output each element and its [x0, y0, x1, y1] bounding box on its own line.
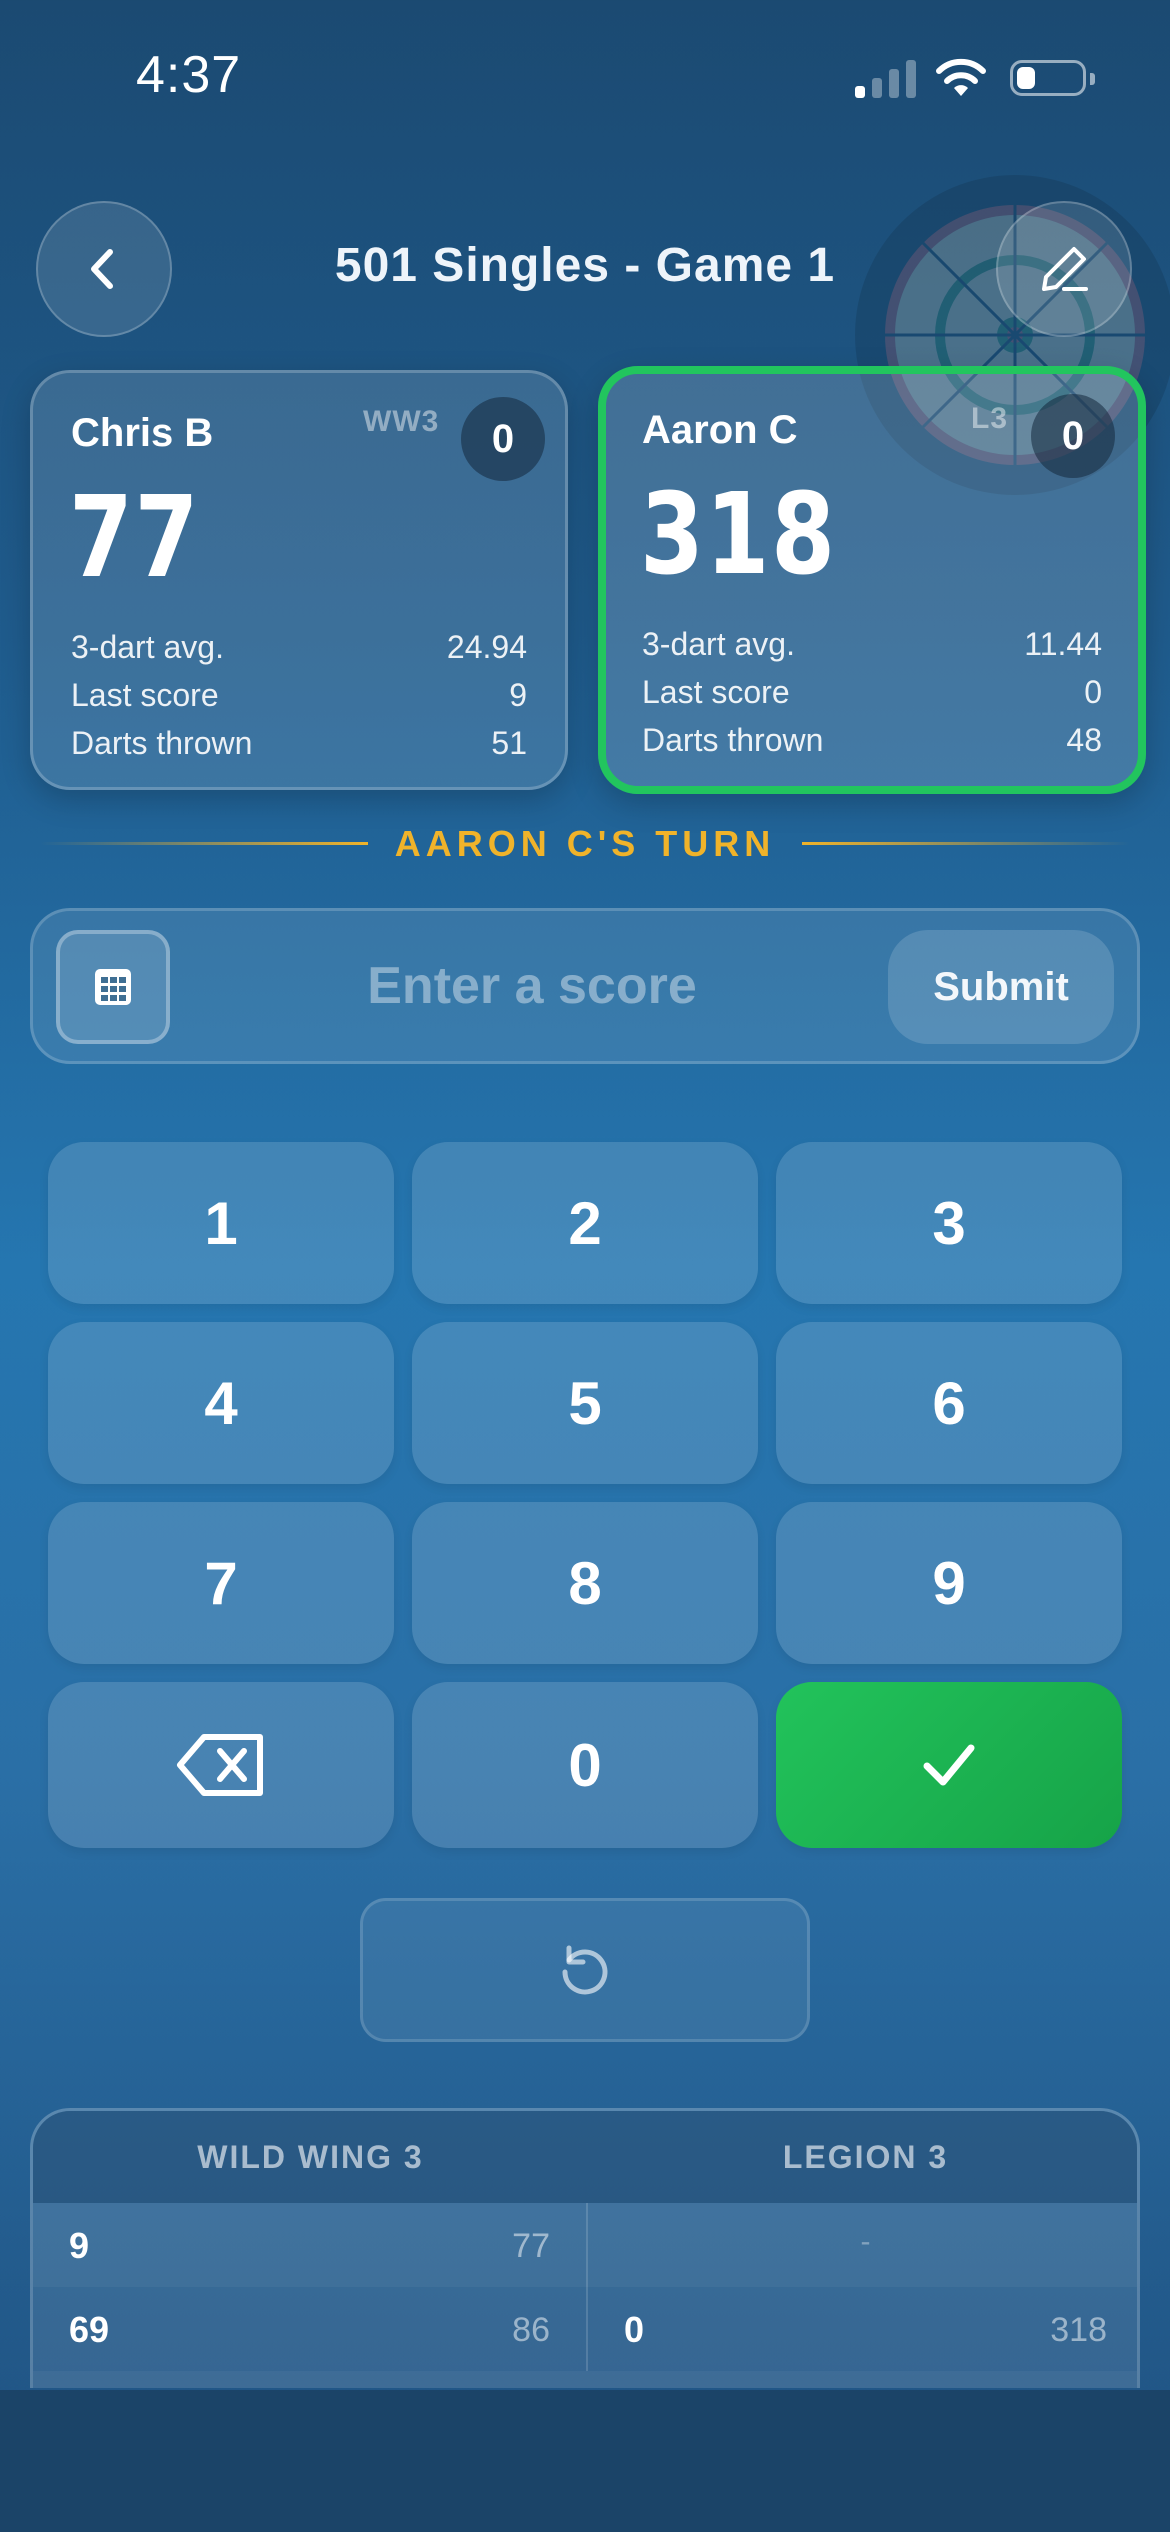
key-7[interactable]: 7 — [48, 1502, 394, 1664]
score-input[interactable] — [280, 940, 784, 1032]
team-header-right: LEGION 3 — [782, 2139, 949, 2175]
stat-value: 9 — [509, 676, 527, 713]
points-scored: 69 — [69, 2309, 110, 2350]
key-2[interactable]: 2 — [412, 1142, 758, 1304]
stat-label: 3-dart avg. — [71, 628, 224, 665]
key-9[interactable]: 9 — [776, 1502, 1122, 1664]
key-8[interactable]: 8 — [412, 1502, 758, 1664]
key-4[interactable]: 4 — [48, 1322, 394, 1484]
player-card-aaron-c[interactable]: Aaron C L3 0 318 3-dart avg. 11.44 Last s… — [598, 366, 1146, 794]
backspace-key[interactable] — [48, 1682, 394, 1848]
stat-value: 0 — [1084, 673, 1102, 710]
confirm-key[interactable] — [776, 1682, 1122, 1848]
stat-label: Last score — [642, 673, 790, 710]
team-tag: WW3 — [363, 405, 440, 438]
player-score: 77 — [69, 473, 201, 603]
key-3[interactable]: 3 — [776, 1142, 1122, 1304]
points-scored: 9 — [69, 2225, 90, 2266]
key-6[interactable]: 6 — [776, 1322, 1122, 1484]
undo-icon — [562, 1945, 608, 1995]
stat-value: 48 — [1066, 721, 1102, 758]
player-stats: 3-dart avg. 24.94 Last score 9 Darts throw… — [71, 623, 527, 767]
score-cell: 0 318 — [588, 2287, 1137, 2371]
score-history-table: WILD WING 3 LEGION 3 9 77 - 69 86 0 318 — [30, 2108, 1140, 2388]
score-cell: - — [588, 2203, 1137, 2287]
key-5[interactable]: 5 — [412, 1322, 758, 1484]
submit-button[interactable]: Submit — [888, 930, 1114, 1044]
bottom-bar — [0, 2390, 1170, 2532]
backspace-icon — [177, 1734, 263, 1796]
legs-won-badge: 0 — [1031, 394, 1115, 478]
battery-icon — [1010, 60, 1095, 96]
player-name: Aaron C — [642, 408, 798, 452]
table-row — [33, 2371, 1137, 2388]
stat-value: 24.94 — [446, 628, 527, 665]
pencil-icon — [1042, 247, 1088, 291]
key-0[interactable]: 0 — [412, 1682, 758, 1848]
stat-label: Darts thrown — [71, 724, 253, 761]
stat-value: 11.44 — [1024, 625, 1102, 662]
points-remaining: 86 — [512, 2311, 550, 2349]
player-stats: 3-dart avg. 11.44 Last score 0 Darts throw… — [642, 620, 1102, 764]
score-cell: 9 77 — [33, 2203, 588, 2287]
player-card-chris-b[interactable]: Chris B WW3 0 77 3-dart avg. 24.94 Last s… — [30, 370, 568, 790]
wifi-icon — [935, 56, 987, 100]
points-remaining: 77 — [512, 2227, 550, 2265]
team-header-left: WILD WING 3 — [197, 2139, 424, 2175]
turn-divider-right — [802, 842, 1130, 845]
stat-label: Last score — [71, 676, 219, 713]
edit-button[interactable] — [996, 201, 1132, 337]
player-name: Chris B — [71, 411, 214, 455]
legs-won-badge: 0 — [461, 397, 545, 481]
undo-button[interactable] — [360, 1898, 810, 2042]
table-row: 9 77 - — [33, 2203, 1137, 2287]
points-scored: 0 — [624, 2309, 645, 2350]
dart-grid-toggle-button[interactable] — [56, 930, 170, 1044]
empty-score: - — [860, 2225, 871, 2258]
cellular-signal-icon — [855, 58, 917, 98]
score-cell: 69 86 — [33, 2287, 588, 2371]
stat-value: 51 — [491, 724, 527, 761]
page-title: 501 Singles - Game 1 — [334, 239, 836, 292]
stat-label: 3-dart avg. — [642, 625, 795, 662]
stat-label: Darts thrown — [642, 721, 824, 758]
player-score: 318 — [640, 470, 837, 600]
points-remaining: 318 — [1050, 2311, 1107, 2349]
table-header: WILD WING 3 LEGION 3 — [33, 2111, 1137, 2203]
grid-icon — [95, 969, 131, 1005]
status-time: 4:37 — [136, 46, 242, 104]
table-row: 69 86 0 318 — [33, 2287, 1137, 2371]
team-tag: L3 — [971, 402, 1009, 435]
checkmark-icon — [923, 1744, 975, 1786]
key-1[interactable]: 1 — [48, 1142, 394, 1304]
